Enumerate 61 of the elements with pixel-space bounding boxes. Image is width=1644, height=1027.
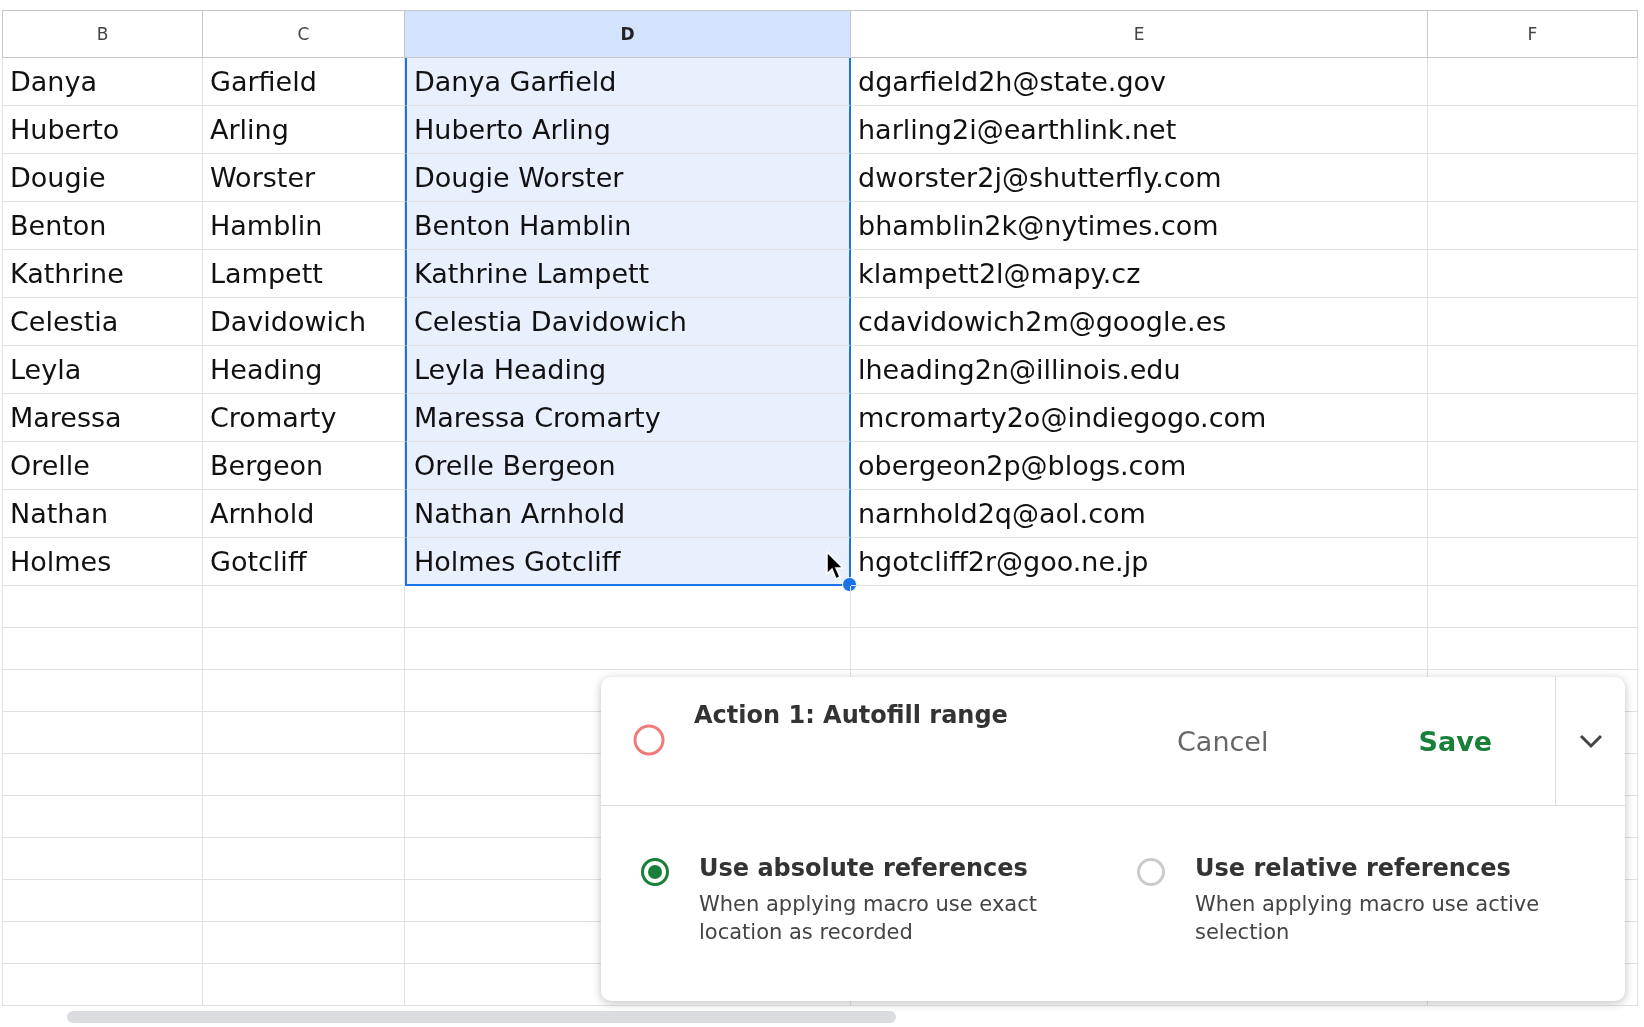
column-header[interactable]: C <box>203 10 405 58</box>
table-cell: Heading <box>210 354 323 385</box>
table-cell: Hamblin <box>210 210 323 241</box>
table-cell: harling2i@earthlink.net <box>858 114 1177 145</box>
option-label: Use relative references <box>1195 854 1512 882</box>
table-cell: Celestia Davidowich <box>414 306 687 337</box>
column-header[interactable]: F <box>1428 10 1638 58</box>
chevron-down-icon <box>1577 733 1604 749</box>
table-cell: bhamblin2k@nytimes.com <box>858 210 1219 241</box>
table-cell: Arling <box>210 114 289 145</box>
table-cell: Huberto <box>10 114 120 145</box>
record-icon <box>632 723 666 757</box>
table-cell: Celestia <box>10 306 119 337</box>
option-description: When applying macro use exact location as recorded <box>699 891 1038 946</box>
save-button[interactable]: Save <box>1408 720 1503 763</box>
table-cell: Nathan <box>10 498 109 529</box>
table-cell: Orelle <box>10 450 90 481</box>
table-cell: Worster <box>210 162 316 193</box>
option-description: When applying macro use active selection <box>1195 891 1541 946</box>
table-cell: Gotcliff <box>210 546 307 577</box>
table-cell: dgarfield2h@state.gov <box>858 66 1167 97</box>
table-cell: Holmes <box>10 546 112 577</box>
table-cell: Maressa Cromarty <box>414 402 661 433</box>
column-header[interactable]: D <box>405 10 851 58</box>
table-cell: dworster2j@shutterfly.com <box>858 162 1222 193</box>
radio-button[interactable] <box>641 858 669 886</box>
table-cell: Dougie <box>10 162 106 193</box>
table-cell: Davidowich <box>210 306 366 337</box>
table-cell: Benton Hamblin <box>414 210 632 241</box>
table-cell: obergeon2p@blogs.com <box>858 450 1187 481</box>
table-cell: Kathrine <box>10 258 124 289</box>
table-cell: lheading2n@illinois.edu <box>858 354 1181 385</box>
table-cell: cdavidowich2m@google.es <box>858 306 1227 337</box>
table-cell: Danya <box>10 66 97 97</box>
table-cell: klampett2l@mapy.cz <box>858 258 1141 289</box>
table-cell: Lampett <box>210 258 323 289</box>
table-cell: mcromarty2o@indiegogo.com <box>858 402 1267 433</box>
table-cell: narnhold2q@aol.com <box>858 498 1146 529</box>
table-cell: hgotcliff2r@goo.ne.jp <box>858 546 1149 577</box>
table-cell: Nathan Arnhold <box>414 498 626 529</box>
table-cell: Leyla <box>10 354 82 385</box>
scrollbar-thumb[interactable] <box>67 1011 896 1023</box>
cancel-button[interactable]: Cancel <box>1167 720 1279 763</box>
table-cell: Garfield <box>210 66 317 97</box>
panel-title: Action 1: Autofill range <box>694 701 1009 729</box>
table-cell: Cromarty <box>210 402 337 433</box>
column-header[interactable]: B <box>2 10 203 58</box>
option-label: Use absolute references <box>699 854 1029 882</box>
table-cell: Huberto Arling <box>414 114 611 145</box>
table-cell: Benton <box>10 210 107 241</box>
table-cell: Holmes Gotcliff <box>414 545 621 577</box>
table-cell: Arnhold <box>210 498 315 529</box>
table-cell: Dougie Worster <box>414 162 624 193</box>
table-cell: Maressa <box>10 402 122 433</box>
column-header[interactable]: E <box>851 10 1428 58</box>
table-cell: Orelle Bergeon <box>414 450 616 481</box>
table-cell: Kathrine Lampett <box>414 258 650 289</box>
table-cell: Danya Garfield <box>414 66 617 97</box>
table-cell: Leyla Heading <box>414 354 607 385</box>
table-cell: Bergeon <box>210 450 324 481</box>
mouse-pointer-icon <box>825 550 847 582</box>
